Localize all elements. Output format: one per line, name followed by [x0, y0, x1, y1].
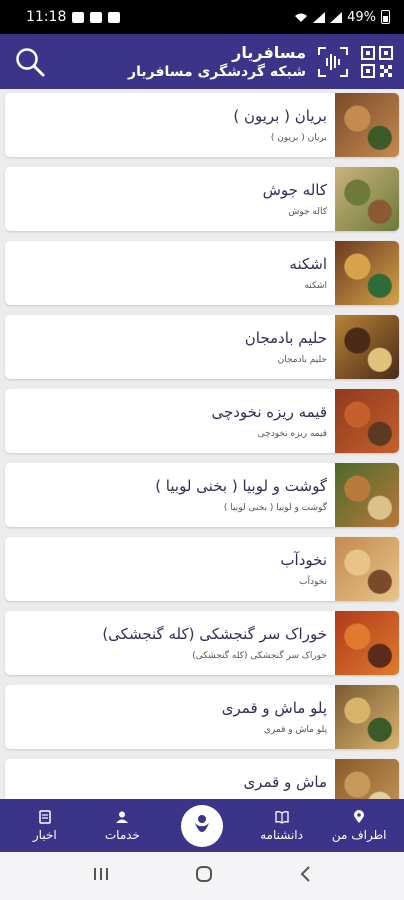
food-text: خوراک سر گنجشکی (کله گنجشکی) خوراک سر گنج…	[5, 611, 335, 675]
nav-around-me[interactable]: اطراف من	[320, 799, 398, 852]
food-text: بریان ( بریون ) بریان ( بریون )	[5, 93, 335, 157]
food-title: بریان ( بریون )	[233, 107, 327, 125]
app-logo	[181, 804, 223, 847]
header-right: مسافریار شبکه گردشگری مسافریار	[128, 43, 394, 81]
food-thumbnail	[335, 389, 399, 453]
app-title: مسافریار	[232, 42, 306, 62]
nav-news-label: اخبار	[32, 827, 57, 842]
logo-icon	[195, 814, 209, 835]
food-list-item[interactable]: کاله جوش کاله جوش	[5, 167, 399, 231]
signal-icon-2	[330, 11, 343, 23]
qr-code-icon	[361, 45, 393, 78]
food-text: اشکنه اشکنه	[5, 241, 335, 305]
food-subtitle: نخودآب	[299, 577, 327, 587]
food-text: ماش و قمریماش و قمری	[5, 759, 335, 799]
food-list-item[interactable]: اشکنه اشکنه	[5, 241, 399, 305]
battery-percent: 49%	[347, 9, 376, 25]
news-icon	[39, 809, 51, 824]
nav-encyclopedia-label: دانشنامه	[260, 827, 303, 842]
food-text: حلیم بادمجان حلیم بادمجان	[5, 315, 335, 379]
food-title: اشکنه	[289, 255, 327, 273]
food-list-item[interactable]: قیمه ریزه نخودچی قیمه ریزه نخودچی	[5, 389, 399, 453]
food-text: قیمه ریزه نخودچی قیمه ریزه نخودچی	[5, 389, 335, 453]
screenshot-icon	[72, 11, 85, 23]
home-button[interactable]	[195, 865, 213, 887]
qr-scan-button[interactable]	[360, 45, 394, 79]
food-title: خوراک سر گنجشکی (کله گنجشکی)	[102, 625, 327, 643]
food-thumbnail	[335, 611, 399, 675]
back-button[interactable]	[298, 865, 312, 887]
food-subtitle: خوراک سر گنجشکی (کله گنجشکی)	[192, 651, 327, 661]
food-title: کاله جوش	[262, 181, 327, 199]
food-text: پلو ماش و قمری پلو ماش و قمری	[5, 685, 335, 749]
food-list-item[interactable]: پلو ماش و قمری پلو ماش و قمری	[5, 685, 399, 749]
scan-voice-icon	[318, 46, 348, 77]
location-pin-icon	[354, 809, 365, 823]
food-subtitle: پلو ماش و قمری	[263, 725, 327, 735]
food-thumbnail	[335, 537, 399, 601]
nav-services[interactable]: خدمات	[84, 799, 162, 852]
food-title: گوشت و لوبیا ( بخنی لوبیا )	[155, 477, 327, 495]
nav-services-label: خدمات	[104, 827, 140, 842]
voice-scan-button[interactable]	[316, 45, 350, 79]
app-header: مسافریار شبکه گردشگری مسافریار	[0, 34, 404, 89]
food-list-item[interactable]: ماش و قمریماش و قمری	[5, 759, 399, 799]
food-title: قیمه ریزه نخودچی	[211, 403, 327, 421]
search-button[interactable]	[10, 42, 50, 82]
wifi-icon	[295, 13, 308, 22]
system-nav-bar	[0, 852, 404, 900]
back-icon	[300, 866, 310, 882]
home-icon	[195, 866, 212, 882]
signal-icon	[313, 11, 326, 23]
food-thumbnail	[335, 167, 399, 231]
message-icon	[108, 11, 121, 23]
food-text: نخودآب نخودآب	[5, 537, 335, 601]
food-thumbnail	[335, 315, 399, 379]
app-subtitle: شبکه گردشگری مسافریار	[128, 63, 306, 80]
food-subtitle: حلیم بادمجان	[277, 355, 327, 365]
food-list-item[interactable]: گوشت و لوبیا ( بخنی لوبیا ) گوشت و لوبیا …	[5, 463, 399, 527]
status-right: 49%	[294, 10, 390, 25]
food-thumbnail	[335, 759, 399, 799]
food-subtitle: گوشت و لوبیا ( بخنی لوبیا )	[223, 503, 327, 513]
status-left: 11:18	[26, 9, 121, 25]
nav-around-me-label: اطراف من	[331, 827, 387, 842]
bottom-nav: اخبار خدمات دانشنامه اطراف من	[0, 799, 404, 852]
battery-icon	[381, 10, 390, 24]
food-list-item[interactable]: بریان ( بریون ) بریان ( بریون )	[5, 93, 399, 157]
services-icon	[116, 811, 129, 823]
search-icon	[16, 47, 45, 76]
food-text: گوشت و لوبیا ( بخنی لوبیا ) گوشت و لوبیا …	[5, 463, 335, 527]
food-thumbnail	[335, 685, 399, 749]
food-thumbnail	[335, 463, 399, 527]
food-subtitle: اشکنه	[304, 281, 327, 291]
nav-home[interactable]	[161, 799, 243, 852]
encyclopedia-icon	[274, 810, 289, 824]
nav-encyclopedia[interactable]: دانشنامه	[243, 799, 321, 852]
food-title: پلو ماش و قمری	[221, 699, 327, 717]
food-list-item[interactable]: حلیم بادمجان حلیم بادمجان	[5, 315, 399, 379]
food-title: نخودآب	[280, 551, 327, 569]
food-subtitle: بریان ( بریون )	[270, 133, 327, 143]
recents-button[interactable]	[92, 866, 110, 886]
gallery-icon	[90, 11, 103, 23]
food-list-item[interactable]: خوراک سر گنجشکی (کله گنجشکی) خوراک سر گنج…	[5, 611, 399, 675]
food-subtitle: کاله جوش	[288, 207, 327, 217]
food-title: حلیم بادمجان	[244, 329, 327, 347]
header-titles: مسافریار شبکه گردشگری مسافریار	[128, 43, 306, 81]
status-time: 11:18	[26, 9, 67, 25]
food-subtitle: قیمه ریزه نخودچی	[257, 429, 327, 439]
food-title: ماش و قمری	[243, 773, 327, 791]
food-list-item[interactable]: نخودآب نخودآب	[5, 537, 399, 601]
food-thumbnail	[335, 241, 399, 305]
recents-icon	[94, 868, 109, 880]
status-bar: 11:18 49%	[0, 0, 404, 34]
food-text: کاله جوش کاله جوش	[5, 167, 335, 231]
food-list[interactable]: بریان ( بریون ) بریان ( بریون ) کاله جوش کا…	[0, 89, 404, 799]
food-thumbnail	[335, 93, 399, 157]
nav-news[interactable]: اخبار	[6, 799, 84, 852]
